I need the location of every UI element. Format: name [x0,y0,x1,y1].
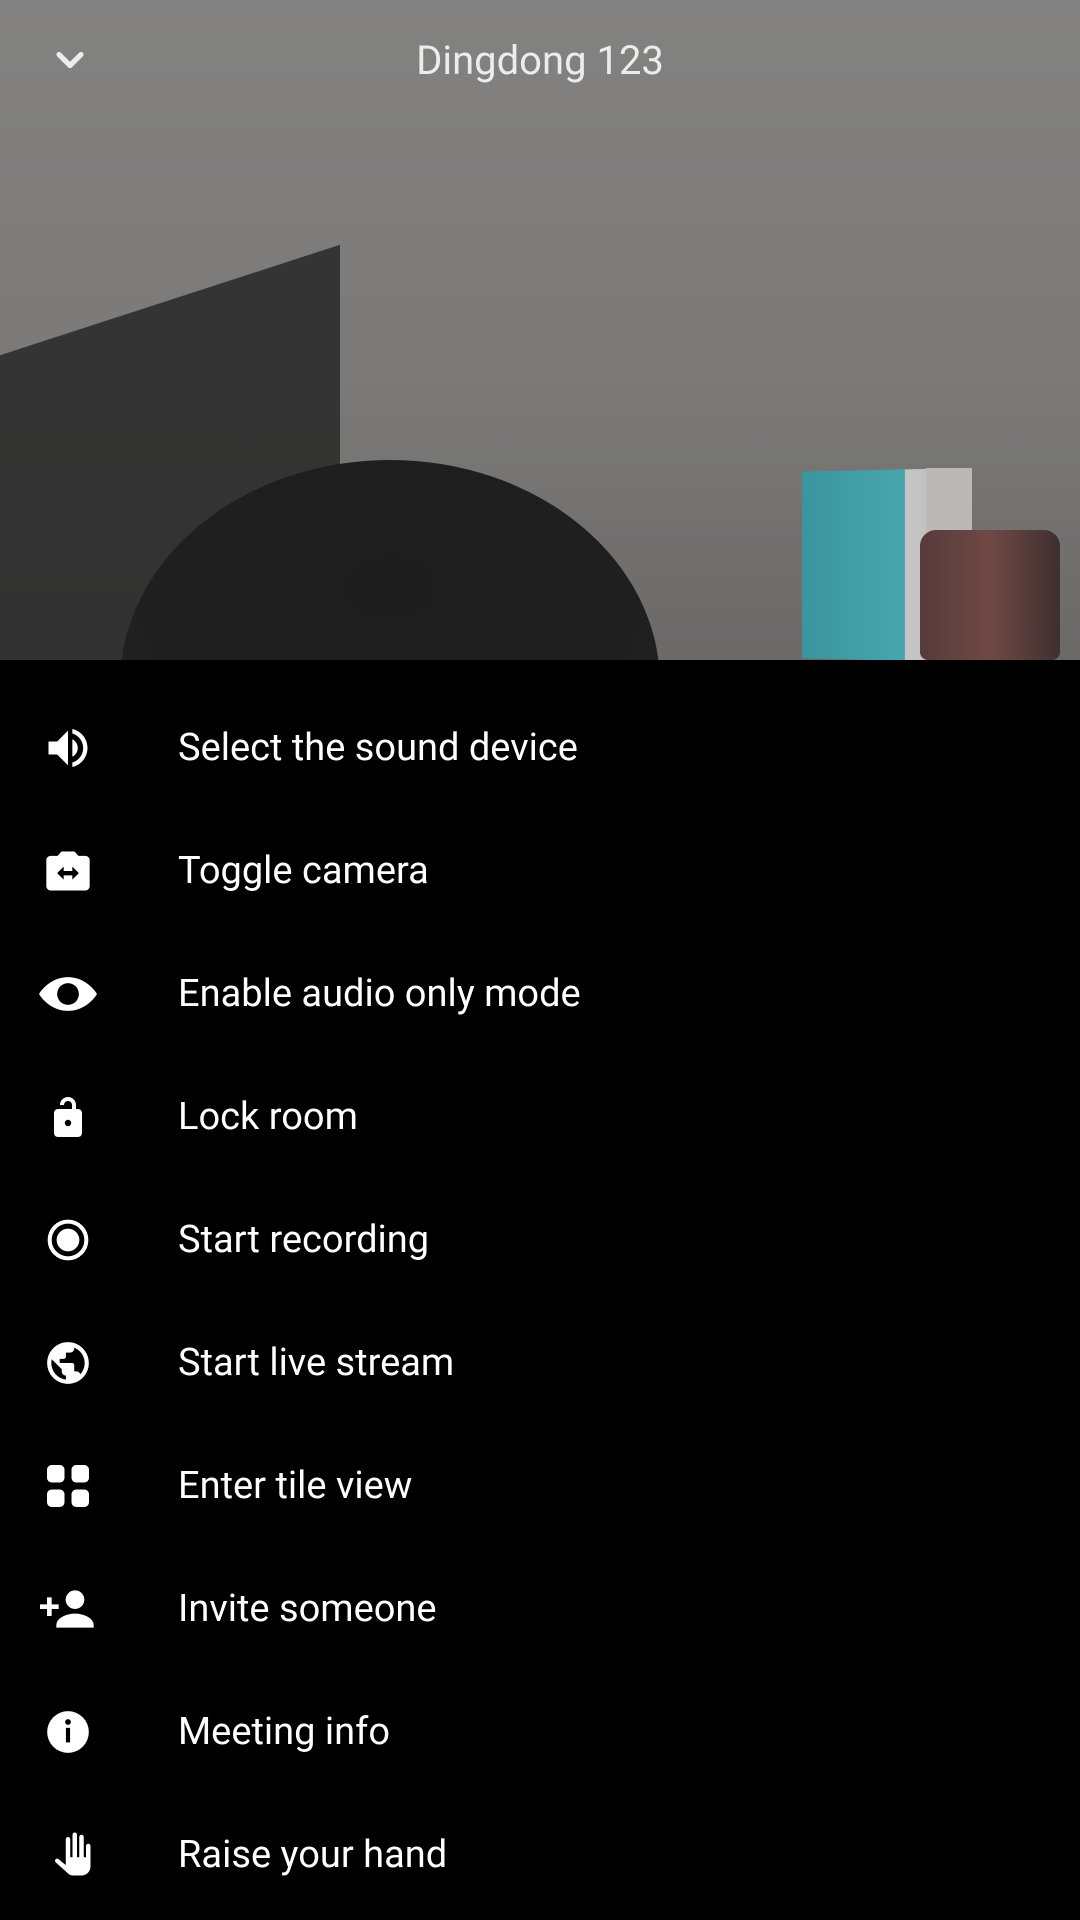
volume-icon [38,718,98,778]
collapse-button[interactable] [48,38,92,82]
menu-item-label: Lock room [178,1095,358,1139]
chevron-down-icon [48,38,92,82]
globe-icon [38,1333,98,1393]
camera-switch-icon [38,841,98,901]
more-options-menu: Select the sound device Toggle camera En… [0,660,1080,1920]
menu-item-start-recording[interactable]: Start recording [0,1178,1080,1301]
menu-item-label: Start live stream [178,1341,454,1385]
menu-item-tile-view[interactable]: Enter tile view [0,1424,1080,1547]
menu-item-raise-hand[interactable]: Raise your hand [0,1793,1080,1916]
menu-item-select-sound-device[interactable]: Select the sound device [0,686,1080,809]
person-add-icon [38,1579,98,1639]
menu-item-audio-only[interactable]: Enable audio only mode [0,932,1080,1055]
menu-item-label: Raise your hand [178,1833,447,1877]
menu-item-meeting-info[interactable]: Meeting info [0,1670,1080,1793]
menu-item-toggle-camera[interactable]: Toggle camera [0,809,1080,932]
tile-view-icon [38,1456,98,1516]
menu-item-label: Enter tile view [178,1464,412,1508]
video-preview: Dingdong 123 [0,0,1080,660]
menu-item-label: Invite someone [178,1587,437,1631]
menu-item-start-live-stream[interactable]: Start live stream [0,1301,1080,1424]
menu-item-label: Start recording [178,1218,429,1262]
menu-item-invite[interactable]: Invite someone [0,1547,1080,1670]
unlock-icon [38,1087,98,1147]
menu-item-lock-room[interactable]: Lock room [0,1055,1080,1178]
eye-icon [38,964,98,1024]
meeting-title: Dingdong 123 [416,37,664,84]
record-icon [38,1210,98,1270]
header-bar: Dingdong 123 [0,0,1080,120]
menu-item-label: Toggle camera [178,849,429,893]
menu-item-label: Meeting info [178,1710,390,1754]
info-icon [38,1702,98,1762]
menu-item-label: Select the sound device [178,726,578,770]
menu-item-label: Enable audio only mode [178,972,581,1016]
hand-icon [38,1825,98,1885]
